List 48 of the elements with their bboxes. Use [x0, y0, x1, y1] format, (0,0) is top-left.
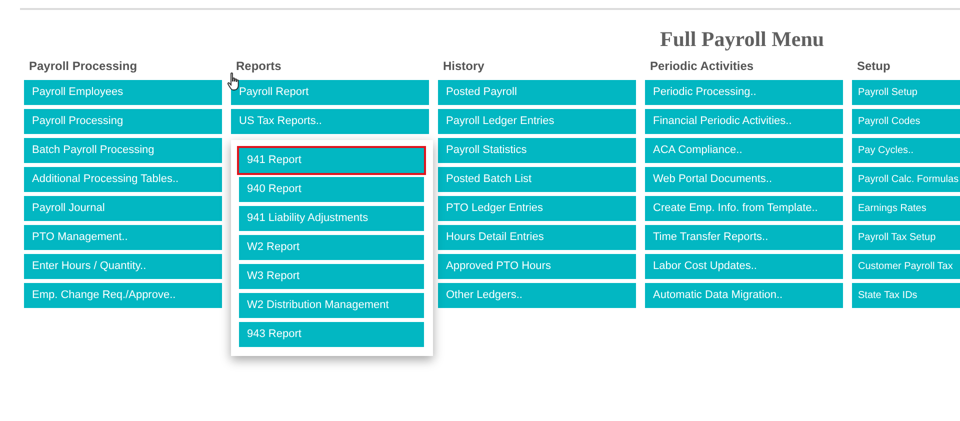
- menu-button[interactable]: Approved PTO Hours: [438, 254, 636, 279]
- menu-button[interactable]: Payroll Calc. Formulas: [852, 167, 960, 192]
- menu-button[interactable]: Emp. Change Req./Approve..: [24, 283, 222, 308]
- column-heading: History: [442, 58, 486, 75]
- dropdown-item[interactable]: W3 Report: [239, 264, 424, 289]
- column-heading: Setup: [856, 58, 892, 75]
- dropdown-item[interactable]: W2 Report: [239, 235, 424, 260]
- menu-button[interactable]: Payroll Processing: [24, 109, 222, 134]
- menu-button[interactable]: Payroll Codes: [852, 109, 960, 134]
- column-heading: Reports: [235, 58, 282, 75]
- column-heading: Periodic Activities: [649, 58, 755, 75]
- dropdown-item[interactable]: 943 Report: [239, 322, 424, 347]
- dropdown-item[interactable]: 940 Report: [239, 177, 424, 202]
- page-title: Full Payroll Menu: [659, 26, 826, 52]
- menu-button[interactable]: Customer Payroll Tax: [852, 254, 960, 279]
- menu-button[interactable]: Payroll Tax Setup: [852, 225, 960, 250]
- menu-button[interactable]: Payroll Statistics: [438, 138, 636, 163]
- menu-button[interactable]: Hours Detail Entries: [438, 225, 636, 250]
- menu-button[interactable]: ACA Compliance..: [645, 138, 843, 163]
- menu-button[interactable]: Time Transfer Reports..: [645, 225, 843, 250]
- menu-button[interactable]: Payroll Report: [231, 80, 429, 105]
- menu-button[interactable]: Payroll Setup: [852, 80, 960, 105]
- menu-button[interactable]: US Tax Reports..: [231, 109, 429, 134]
- menu-button[interactable]: Payroll Employees: [24, 80, 222, 105]
- menu-button[interactable]: PTO Management..: [24, 225, 222, 250]
- menu-button[interactable]: PTO Ledger Entries: [438, 196, 636, 221]
- menu-button[interactable]: Enter Hours / Quantity..: [24, 254, 222, 279]
- menu-button[interactable]: Labor Cost Updates..: [645, 254, 843, 279]
- menu-button[interactable]: Additional Processing Tables..: [24, 167, 222, 192]
- menu-button[interactable]: Pay Cycles..: [852, 138, 960, 163]
- menu-button[interactable]: Web Portal Documents..: [645, 167, 843, 192]
- menu-button[interactable]: Periodic Processing..: [645, 80, 843, 105]
- menu-button[interactable]: Payroll Ledger Entries: [438, 109, 636, 134]
- hand-cursor-icon: [227, 72, 241, 92]
- menu-button[interactable]: Posted Payroll: [438, 80, 636, 105]
- menu-button[interactable]: Posted Batch List: [438, 167, 636, 192]
- column-heading: Payroll Processing: [28, 58, 138, 75]
- menu-button[interactable]: Payroll Journal: [24, 196, 222, 221]
- menu-button[interactable]: Batch Payroll Processing: [24, 138, 222, 163]
- menu-button[interactable]: Earnings Rates: [852, 196, 960, 221]
- menu-button[interactable]: Automatic Data Migration..: [645, 283, 843, 308]
- menu-button[interactable]: State Tax IDs: [852, 283, 960, 308]
- menu-button[interactable]: Other Ledgers..: [438, 283, 636, 308]
- menu-button[interactable]: Create Emp. Info. from Template..: [645, 196, 843, 221]
- dropdown-item[interactable]: W2 Distribution Management: [239, 293, 424, 318]
- dropdown-item[interactable]: 941 Liability Adjustments: [239, 206, 424, 231]
- dropdown-item[interactable]: 941 Report: [239, 148, 424, 173]
- menu-button[interactable]: Financial Periodic Activities..: [645, 109, 843, 134]
